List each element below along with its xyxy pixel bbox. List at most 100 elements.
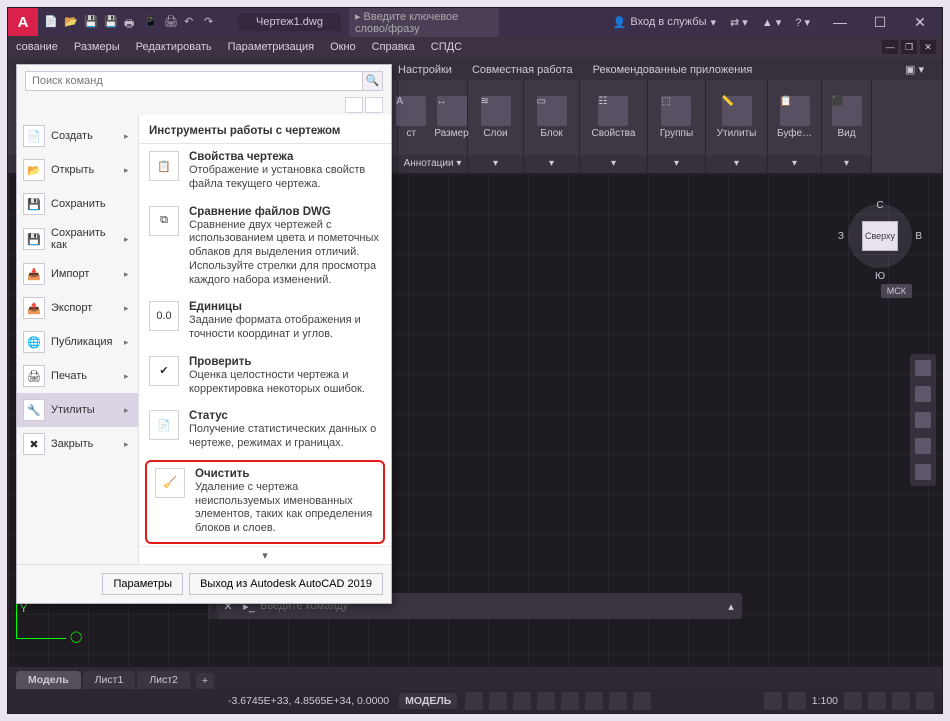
appmenu-item-сохранить-как[interactable]: 💾Сохранить как▸	[17, 221, 138, 257]
qat-new-icon[interactable]: 📄	[44, 15, 58, 29]
exit-button[interactable]: Выход из Autodesk AutoCAD 2019	[189, 573, 383, 595]
panel-label[interactable]: ▾	[468, 155, 523, 173]
status-annoscale-icon[interactable]	[764, 692, 782, 710]
status-scale[interactable]: 1:100	[812, 695, 838, 707]
document-tab[interactable]: Чертеж1.dwg	[238, 13, 341, 31]
status-grid-icon[interactable]	[465, 692, 483, 710]
help-search[interactable]: ▸ Введите ключевое слово/фразу	[349, 8, 499, 37]
status-ortho-icon[interactable]	[513, 692, 531, 710]
status-osnap-icon[interactable]	[561, 692, 579, 710]
panel-label[interactable]: ▾	[648, 155, 705, 173]
nav-pan-icon[interactable]	[915, 386, 931, 402]
status-annovis-icon[interactable]	[788, 692, 806, 710]
mdi-close-button[interactable]: ✕	[920, 40, 936, 54]
nav-zoom-icon[interactable]	[915, 412, 931, 428]
recent-docs-icon[interactable]	[345, 97, 363, 113]
status-gear-icon[interactable]	[844, 692, 862, 710]
properties-tool[interactable]: ☷Свойства	[592, 96, 636, 139]
nav-orbit-icon[interactable]	[915, 438, 931, 454]
panel-label[interactable]: ▾	[822, 155, 871, 173]
apps-icon[interactable]: ▲ ▾	[758, 16, 785, 29]
clipboard-tool[interactable]: 📋Буфе…	[777, 96, 812, 139]
ribbon-tab[interactable]: Рекомендованные приложения	[583, 60, 763, 80]
appmenu-item-сохранить[interactable]: 💾Сохранить	[17, 187, 138, 221]
panel-label[interactable]: ▾	[580, 155, 647, 173]
status-snap-icon[interactable]	[489, 692, 507, 710]
tool-item-purge[interactable]: 🧹ОчиститьУдаление с чертежа неиспользуем…	[145, 460, 385, 544]
signin-button[interactable]: 👤 Вход в службы ▾	[609, 16, 720, 29]
tool-item-units[interactable]: 0.0ЕдиницыЗадание формата отображения и …	[139, 294, 391, 349]
open-docs-icon[interactable]	[365, 97, 383, 113]
wcs-label[interactable]: МСК	[881, 284, 912, 298]
status-otrack-icon[interactable]	[585, 692, 603, 710]
layout-add-button[interactable]: +	[196, 673, 214, 689]
qat-mobile-icon[interactable]: 📱	[144, 15, 158, 29]
layout-tab[interactable]: Лист1	[83, 671, 136, 689]
status-lwt-icon[interactable]	[609, 692, 627, 710]
qat-saveas-icon[interactable]: 💾	[104, 15, 118, 29]
tool-item-compare[interactable]: ⧉Сравнение файлов DWGСравнение двух черт…	[139, 199, 391, 295]
text-tool[interactable]: Aст	[396, 96, 426, 139]
help-icon[interactable]: ? ▾	[791, 16, 814, 29]
ribbon-tab[interactable]: Настройки	[388, 60, 462, 80]
ribbon-tab[interactable]: Совместная работа	[462, 60, 583, 80]
viewcube-south[interactable]: Ю	[875, 271, 885, 282]
groups-tool[interactable]: ⬚Группы	[660, 96, 693, 139]
search-icon[interactable]: 🔍	[363, 71, 383, 91]
app-logo[interactable]: A	[8, 8, 38, 36]
menu-item[interactable]: Окно	[322, 38, 364, 56]
viewcube[interactable]: Сверху С Ю В З	[848, 204, 912, 268]
layout-tab[interactable]: Лист2	[137, 671, 190, 689]
menu-item[interactable]: Размеры	[66, 38, 128, 56]
window-maximize-button[interactable]: ☐	[860, 8, 900, 36]
appmenu-item-печать[interactable]: 🖨Печать▸	[17, 359, 138, 393]
appmenu-search-input[interactable]	[25, 71, 363, 91]
status-polar-icon[interactable]	[537, 692, 555, 710]
qat-undo-icon[interactable]: ↶	[184, 15, 198, 29]
appmenu-item-публикация[interactable]: 🌐Публикация▸	[17, 325, 138, 359]
block-tool[interactable]: ▭Блок	[537, 96, 567, 139]
tool-item-properties[interactable]: 📋Свойства чертежаОтображение и установка…	[139, 144, 391, 199]
status-iso-icon[interactable]	[868, 692, 886, 710]
appmenu-item-импорт[interactable]: 📥Импорт▸	[17, 257, 138, 291]
qat-save-icon[interactable]: 💾	[84, 15, 98, 29]
panel-label[interactable]: ▾	[524, 155, 579, 173]
panel-label[interactable]: ▾	[706, 155, 767, 173]
tool-item-audit[interactable]: ✔ПроверитьОценка целостности чертежа и к…	[139, 349, 391, 404]
qat-redo-icon[interactable]: ↷	[204, 15, 218, 29]
status-customize-icon[interactable]	[916, 692, 934, 710]
model-space-button[interactable]: МОДЕЛЬ	[399, 693, 457, 709]
appmenu-item-создать[interactable]: 📄Создать▸	[17, 119, 138, 153]
window-minimize-button[interactable]: —	[820, 8, 860, 36]
viewcube-top[interactable]: Сверху	[862, 221, 898, 251]
exchange-icon[interactable]: ⇄ ▾	[726, 16, 752, 29]
view-tool[interactable]: ⬛Вид	[832, 96, 862, 139]
menu-item[interactable]: сование	[8, 38, 66, 56]
appmenu-item-экспорт[interactable]: 📤Экспорт▸	[17, 291, 138, 325]
panel-label[interactable]: ▾	[768, 155, 821, 173]
qat-open-icon[interactable]: 📂	[64, 15, 78, 29]
appmenu-item-открыть[interactable]: 📂Открыть▸	[17, 153, 138, 187]
viewcube-east[interactable]: В	[915, 231, 922, 242]
window-close-button[interactable]: ✕	[900, 8, 940, 36]
menu-item[interactable]: СПДС	[423, 38, 470, 56]
appmenu-item-утилиты[interactable]: 🔧Утилиты▸	[17, 393, 138, 427]
mdi-minimize-button[interactable]: —	[882, 40, 898, 54]
layout-tab-model[interactable]: Модель	[16, 671, 81, 689]
mdi-restore-button[interactable]: ❐	[901, 40, 917, 54]
status-trans-icon[interactable]	[633, 692, 651, 710]
ribbon-expand-icon[interactable]: ▣ ▾	[895, 59, 934, 80]
options-button[interactable]: Параметры	[102, 573, 183, 595]
nav-wheel-icon[interactable]	[915, 360, 931, 376]
viewcube-west[interactable]: З	[838, 231, 844, 242]
utilities-tool[interactable]: 📏Утилиты	[717, 96, 757, 139]
menu-item[interactable]: Параметризация	[220, 38, 322, 56]
qat-print-icon[interactable]: 🖨	[164, 15, 178, 29]
menu-item[interactable]: Справка	[364, 38, 423, 56]
status-clean-icon[interactable]	[892, 692, 910, 710]
viewcube-north[interactable]: С	[876, 200, 883, 211]
qat-plot-icon[interactable]: 🖶	[124, 15, 138, 29]
dimension-tool[interactable]: ↔Размер	[434, 96, 468, 139]
layers-tool[interactable]: ≋Слои	[481, 96, 511, 139]
menu-item[interactable]: Редактировать	[128, 38, 220, 56]
